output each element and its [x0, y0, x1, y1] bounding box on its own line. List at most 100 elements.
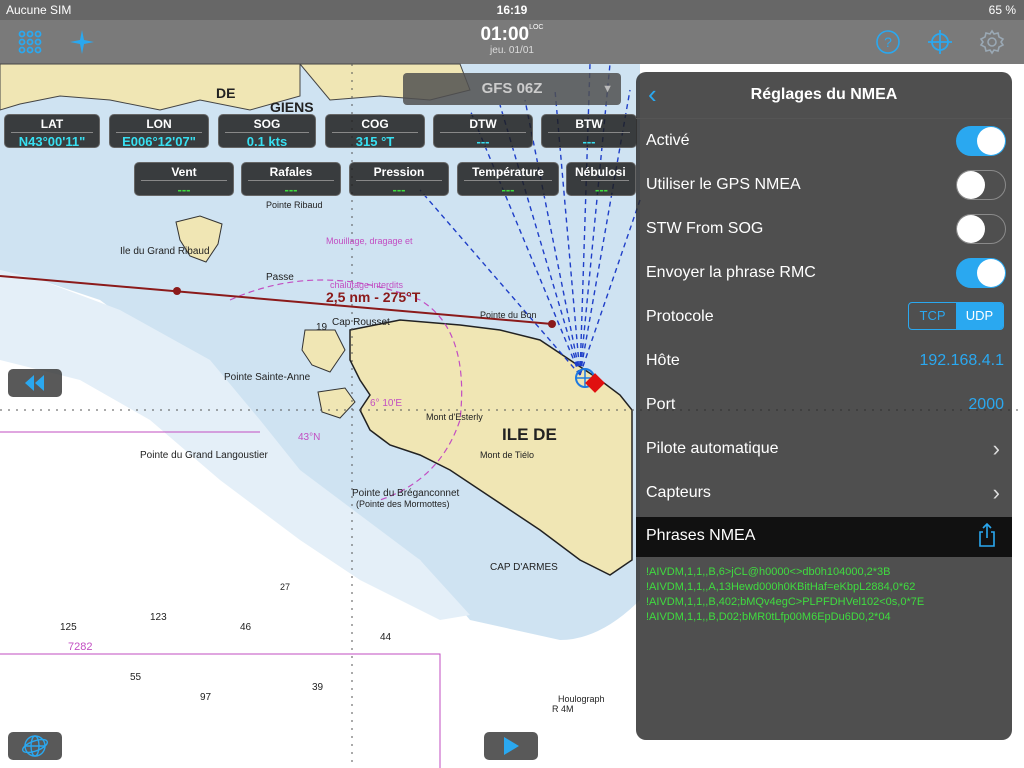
play-icon	[504, 737, 519, 755]
nmea-phrase: !AIVDM,1,1,,A,13Hewd000h0KBitHaf=eKbpL28…	[646, 581, 916, 593]
instrument-btw[interactable]: BTW ---	[541, 114, 637, 149]
setting-label: Envoyer la phrase RMC	[646, 264, 816, 281]
setting-label: Pilote automatique	[646, 440, 779, 457]
dropdown-arrow-icon: ▼	[602, 83, 613, 95]
map-label: Mont de Tiélo	[480, 450, 534, 460]
instrument-value: N43°00'11"	[18, 134, 86, 149]
setting-port[interactable]: Port 2000	[636, 383, 1012, 427]
instrument-label: Nébulosi	[575, 165, 626, 179]
globe-button[interactable]	[8, 732, 62, 760]
depth-sounding: 125	[60, 622, 77, 633]
instrument-value: 315 °T	[355, 134, 395, 149]
status-bar: Aucune SIM 16:19 65 %	[0, 0, 1024, 20]
instrument-temperature[interactable]: Température ---	[457, 162, 559, 197]
depth-sounding: 97	[200, 692, 212, 703]
map-label: 7282	[68, 641, 92, 653]
route-distance-bearing: 2,5 nm - 275°T	[326, 289, 421, 305]
instrument-label: BTW	[575, 117, 603, 131]
panel-title: Réglages du NMEA	[750, 86, 898, 103]
stw-from-sog-toggle[interactable]	[956, 214, 1006, 244]
instrument-dtw[interactable]: DTW ---	[433, 114, 533, 149]
protocol-udp-option[interactable]: UDP	[956, 303, 1003, 329]
port-value[interactable]: 2000	[968, 396, 1004, 414]
system-time: 16:19	[496, 3, 528, 17]
setting-label: Protocole	[646, 308, 714, 325]
battery-label: 65 %	[988, 3, 1016, 17]
latitude-label: 43°N	[298, 432, 320, 443]
instrument-value: ---	[582, 134, 596, 149]
map-label: Pointe Ribaud	[266, 200, 323, 210]
map-label: Mouillage, dragage et	[326, 236, 413, 246]
chevron-right-icon: ›	[992, 436, 1000, 461]
setting-protocol: Protocole TCP UDP	[636, 295, 1012, 339]
instrument-label: COG	[361, 117, 389, 131]
instrument-wind[interactable]: Vent ---	[134, 162, 234, 197]
instrument-lon[interactable]: LON E006°12'07"	[109, 114, 209, 149]
depth-sounding: 19	[316, 322, 328, 333]
protocol-segmented-control[interactable]: TCP UDP	[908, 302, 1004, 330]
setting-stw-from-sog: STW From SOG	[636, 207, 1012, 251]
play-button[interactable]	[484, 732, 538, 760]
chevron-right-icon: ›	[992, 480, 1000, 505]
nmea-phrase: !AIVDM,1,1,,B,6>jCL@h0000<>db0h104000,2*…	[646, 566, 891, 578]
setting-label: Capteurs	[646, 484, 711, 501]
active-toggle[interactable]	[956, 126, 1006, 156]
protocol-tcp-option[interactable]: TCP	[909, 303, 956, 329]
instrument-value: ---	[392, 182, 406, 197]
setting-label: Utiliser le GPS NMEA	[646, 176, 801, 193]
clock-suffix: LOC	[529, 24, 544, 31]
globe-icon	[21, 735, 49, 757]
instrument-pressure[interactable]: Pression ---	[349, 162, 449, 197]
instrument-label: LON	[146, 117, 172, 131]
instrument-label: Température	[472, 165, 544, 179]
depth-sounding: 27	[280, 582, 290, 592]
instrument-label: Pression	[373, 165, 425, 179]
rewind-button[interactable]	[8, 369, 62, 397]
map-label: Pointe du Bon	[480, 310, 537, 320]
host-value[interactable]: 192.168.4.1	[919, 352, 1004, 370]
use-nmea-gps-toggle[interactable]	[956, 170, 1006, 200]
instrument-cloud-cover[interactable]: Nébulosi ---	[566, 162, 636, 196]
instrument-value: E006°12'07"	[122, 134, 196, 149]
map-label-ile: ILE DE	[502, 425, 557, 444]
nmea-phrases-list: !AIVDM,1,1,,B,6>jCL@h0000<>db0h104000,2*…	[636, 557, 1012, 633]
depth-sounding: 44	[380, 632, 392, 643]
instrument-gusts[interactable]: Rafales ---	[241, 162, 341, 197]
depth-sounding: Houlograph	[558, 694, 605, 704]
setting-label: STW From SOG	[646, 220, 764, 237]
setting-autopilot[interactable]: Pilote automatique ›	[636, 427, 1012, 471]
depth-sounding: 55	[130, 672, 142, 683]
rewind-icon	[25, 375, 44, 391]
panel-header: ‹ Réglages du NMEA	[636, 72, 1012, 119]
setting-label: Activé	[646, 132, 690, 149]
map-label: Pointe du Bréganconnet	[352, 488, 460, 499]
map-label: Cap Rousset	[332, 317, 390, 328]
map-label: DE	[216, 85, 235, 101]
map-label: Mont d'Esterly	[426, 412, 483, 422]
map-label: Passe	[266, 272, 294, 283]
weather-model-selector[interactable]: GFS 06Z ▼	[403, 73, 621, 105]
setting-active: Activé	[636, 119, 1012, 163]
nmea-phrase: !AIVDM,1,1,,B,D02;bMR0tLfp00M6EpDu6D0,2*…	[646, 611, 891, 623]
nmea-settings-panel: ‹ Réglages du NMEA Activé Utiliser le GP…	[636, 72, 1012, 740]
instrument-value: ---	[284, 182, 298, 197]
instrument-sog[interactable]: SOG 0.1 kts	[218, 114, 316, 149]
setting-label: Port	[646, 396, 676, 413]
instrument-lat[interactable]: LAT N43°00'11"	[4, 114, 100, 149]
magnetic-variation: 6° 10'E	[370, 398, 402, 409]
instrument-label: LAT	[40, 117, 64, 131]
share-icon[interactable]	[978, 522, 996, 552]
send-rmc-toggle[interactable]	[956, 258, 1006, 288]
map-label: (Pointe des Mormottes)	[356, 499, 450, 509]
map-label: Ile du Grand Ribaud	[120, 246, 210, 257]
instrument-cog[interactable]: COG 315 °T	[325, 114, 425, 149]
instrument-label: SOG	[253, 117, 281, 131]
map-label: Pointe Sainte-Anne	[224, 372, 311, 383]
setting-sensors[interactable]: Capteurs ›	[636, 471, 1012, 515]
setting-host[interactable]: Hôte 192.168.4.1	[636, 339, 1012, 383]
instrument-value: ---	[595, 182, 608, 196]
nmea-phrases-header: Phrases NMEA	[636, 517, 1012, 557]
map-label: GIENS	[270, 99, 314, 115]
map-label-cap-armes: CAP D'ARMES	[490, 562, 558, 573]
depth-sounding: 39	[312, 682, 324, 693]
